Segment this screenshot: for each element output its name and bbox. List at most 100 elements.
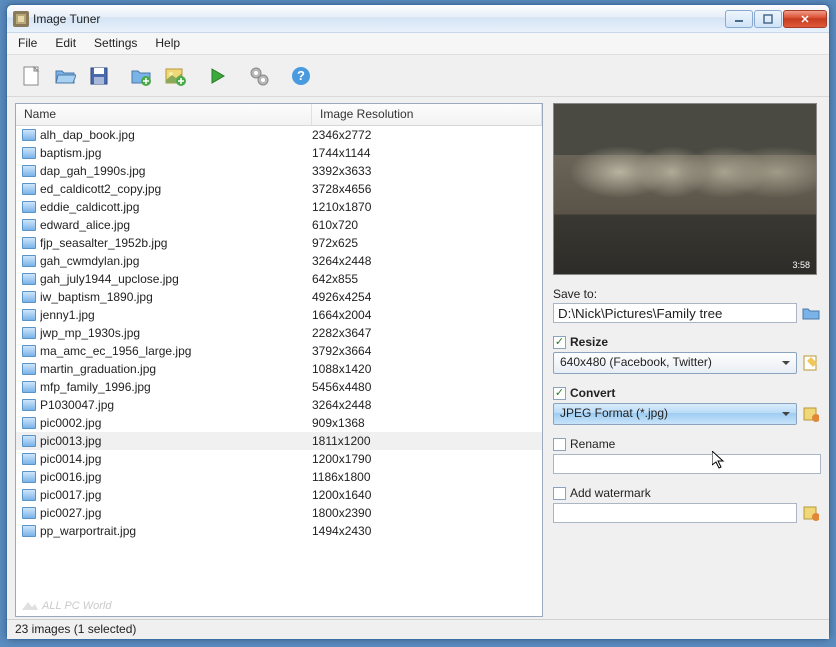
file-icon xyxy=(22,435,36,447)
table-row[interactable]: mfp_family_1996.jpg5456x4480 xyxy=(16,378,542,396)
file-list[interactable]: alh_dap_book.jpg2346x2772baptism.jpg1744… xyxy=(16,126,542,616)
preview-image xyxy=(554,104,816,274)
file-name: jenny1.jpg xyxy=(40,308,312,322)
watermark-browse-button[interactable] xyxy=(801,503,821,523)
file-icon xyxy=(22,399,36,411)
browse-folder-button[interactable] xyxy=(801,303,821,323)
file-name: pic0027.jpg xyxy=(40,506,312,520)
side-panel: 3:58 Save to: Resize 640x480 (Facebook, … xyxy=(553,103,821,617)
file-resolution: 610x720 xyxy=(312,218,358,232)
file-name: pp_warportrait.jpg xyxy=(40,524,312,538)
file-resolution: 1210x1870 xyxy=(312,200,371,214)
file-name: pic0014.jpg xyxy=(40,452,312,466)
file-icon xyxy=(22,219,36,231)
file-icon xyxy=(22,183,36,195)
resize-checkbox[interactable] xyxy=(553,336,566,349)
app-icon xyxy=(13,11,29,27)
table-row[interactable]: pic0016.jpg1186x1800 xyxy=(16,468,542,486)
file-resolution: 1088x1420 xyxy=(312,362,371,376)
rename-checkbox[interactable] xyxy=(553,438,566,451)
table-row[interactable]: dap_gah_1990s.jpg3392x3633 xyxy=(16,162,542,180)
table-row[interactable]: pic0014.jpg1200x1790 xyxy=(16,450,542,468)
convert-edit-button[interactable] xyxy=(801,404,821,424)
file-icon xyxy=(22,489,36,501)
table-row[interactable]: P1030047.jpg3264x2448 xyxy=(16,396,542,414)
app-window: Image Tuner File Edit Settings Help ? Na… xyxy=(6,4,830,640)
save-button[interactable] xyxy=(83,60,115,92)
column-name[interactable]: Name xyxy=(16,104,312,125)
run-button[interactable] xyxy=(201,60,233,92)
watermark-checkbox[interactable] xyxy=(553,487,566,500)
menu-settings[interactable]: Settings xyxy=(85,33,146,54)
column-resolution[interactable]: Image Resolution xyxy=(312,104,542,125)
add-image-button[interactable] xyxy=(159,60,191,92)
file-name: martin_graduation.jpg xyxy=(40,362,312,376)
table-row[interactable]: jenny1.jpg1664x2004 xyxy=(16,306,542,324)
menu-file[interactable]: File xyxy=(9,33,46,54)
table-row[interactable]: pic0013.jpg1811x1200 xyxy=(16,432,542,450)
resize-edit-button[interactable] xyxy=(801,353,821,373)
watermark-label: Add watermark xyxy=(570,486,651,500)
table-row[interactable]: pp_warportrait.jpg1494x2430 xyxy=(16,522,542,540)
file-resolution: 3264x2448 xyxy=(312,398,371,412)
convert-dropdown[interactable]: JPEG Format (*.jpg) xyxy=(553,403,797,425)
table-row[interactable]: martin_graduation.jpg1088x1420 xyxy=(16,360,542,378)
branding-watermark: ALL PC World xyxy=(22,600,112,612)
close-button[interactable] xyxy=(783,10,827,28)
menu-edit[interactable]: Edit xyxy=(46,33,85,54)
titlebar[interactable]: Image Tuner xyxy=(7,5,829,33)
preview-panel: 3:58 xyxy=(553,103,817,275)
minimize-button[interactable] xyxy=(725,10,753,28)
table-row[interactable]: pic0027.jpg1800x2390 xyxy=(16,504,542,522)
menu-help[interactable]: Help xyxy=(146,33,189,54)
add-folder-button[interactable] xyxy=(125,60,157,92)
file-resolution: 4926x4254 xyxy=(312,290,371,304)
svg-text:?: ? xyxy=(297,68,305,83)
table-row[interactable]: pic0002.jpg909x1368 xyxy=(16,414,542,432)
table-row[interactable]: alh_dap_book.jpg2346x2772 xyxy=(16,126,542,144)
table-row[interactable]: eddie_caldicott.jpg1210x1870 xyxy=(16,198,542,216)
watermark-input[interactable] xyxy=(553,503,797,523)
new-button[interactable] xyxy=(15,60,47,92)
file-icon xyxy=(22,471,36,483)
file-icon xyxy=(22,309,36,321)
file-icon xyxy=(22,201,36,213)
file-name: dap_gah_1990s.jpg xyxy=(40,164,312,178)
table-row[interactable]: fjp_seasalter_1952b.jpg972x625 xyxy=(16,234,542,252)
file-icon xyxy=(22,453,36,465)
rename-input[interactable] xyxy=(553,454,821,474)
file-list-panel: Name Image Resolution alh_dap_book.jpg23… xyxy=(15,103,543,617)
file-name: P1030047.jpg xyxy=(40,398,312,412)
maximize-button[interactable] xyxy=(754,10,782,28)
table-row[interactable]: iw_baptism_1890.jpg4926x4254 xyxy=(16,288,542,306)
file-icon xyxy=(22,147,36,159)
rename-group: Rename xyxy=(553,437,821,474)
file-name: pic0002.jpg xyxy=(40,416,312,430)
file-resolution: 1494x2430 xyxy=(312,524,371,538)
save-to-input[interactable] xyxy=(553,303,797,323)
file-name: baptism.jpg xyxy=(40,146,312,160)
file-resolution: 1186x1800 xyxy=(312,470,371,484)
resize-dropdown[interactable]: 640x480 (Facebook, Twitter) xyxy=(553,352,797,374)
help-button[interactable]: ? xyxy=(285,60,317,92)
file-resolution: 642x855 xyxy=(312,272,358,286)
file-resolution: 1800x2390 xyxy=(312,506,371,520)
table-row[interactable]: jwp_mp_1930s.jpg2282x3647 xyxy=(16,324,542,342)
file-resolution: 5456x4480 xyxy=(312,380,371,394)
table-row[interactable]: gah_cwmdylan.jpg3264x2448 xyxy=(16,252,542,270)
convert-group: Convert JPEG Format (*.jpg) xyxy=(553,386,821,425)
file-name: iw_baptism_1890.jpg xyxy=(40,290,312,304)
file-resolution: 972x625 xyxy=(312,236,358,250)
table-row[interactable]: pic0017.jpg1200x1640 xyxy=(16,486,542,504)
open-button[interactable] xyxy=(49,60,81,92)
table-row[interactable]: ed_caldicott2_copy.jpg3728x4656 xyxy=(16,180,542,198)
table-row[interactable]: ma_amc_ec_1956_large.jpg3792x3664 xyxy=(16,342,542,360)
table-row[interactable]: edward_alice.jpg610x720 xyxy=(16,216,542,234)
settings-button[interactable] xyxy=(243,60,275,92)
table-row[interactable]: gah_july1944_upclose.jpg642x855 xyxy=(16,270,542,288)
resize-group: Resize 640x480 (Facebook, Twitter) xyxy=(553,335,821,374)
convert-checkbox[interactable] xyxy=(553,387,566,400)
status-text: 23 images (1 selected) xyxy=(15,622,136,636)
table-row[interactable]: baptism.jpg1744x1144 xyxy=(16,144,542,162)
file-icon xyxy=(22,165,36,177)
